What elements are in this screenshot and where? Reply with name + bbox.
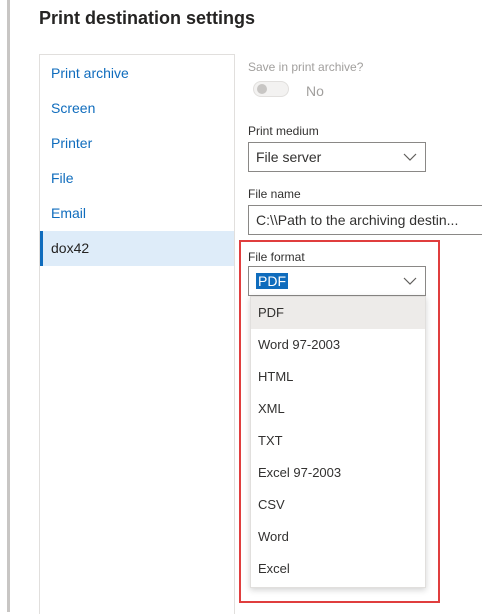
page-title: Print destination settings	[39, 8, 256, 28]
destination-item-screen[interactable]: Screen	[40, 91, 234, 126]
file-format-option-word[interactable]: Word	[251, 521, 425, 553]
file-format-option-pdf[interactable]: PDF	[251, 297, 425, 329]
file-format-option-excel[interactable]: Excel	[251, 553, 425, 585]
file-format-option-excel-97-2003[interactable]: Excel 97-2003	[251, 457, 425, 489]
destination-item-print-archive[interactable]: Print archive	[40, 56, 234, 91]
file-name-input[interactable]: C:\\Path to the archiving destin...	[248, 205, 482, 235]
save-in-archive-value: No	[306, 83, 324, 99]
file-format-select[interactable]: PDF	[248, 266, 426, 296]
chevron-down-icon	[403, 277, 417, 285]
file-format-option-csv[interactable]: CSV	[251, 489, 425, 521]
chevron-down-icon	[403, 153, 417, 161]
file-format-option-txt[interactable]: TXT	[251, 425, 425, 457]
save-in-archive-toggle[interactable]	[253, 81, 289, 97]
file-format-option-html[interactable]: HTML	[251, 361, 425, 393]
print-medium-select[interactable]: File server	[248, 142, 426, 172]
print-medium-label: Print medium	[248, 124, 319, 138]
file-format-option-word-97-2003[interactable]: Word 97-2003	[251, 329, 425, 361]
destination-list: Print archive Screen Printer File Email …	[39, 54, 235, 614]
destination-item-printer[interactable]: Printer	[40, 126, 234, 161]
destination-item-email[interactable]: Email	[40, 196, 234, 231]
file-format-dropdown-list: PDF Word 97-2003 HTML XML TXT Excel 97-2…	[250, 296, 426, 588]
print-medium-value: File server	[256, 149, 322, 165]
save-in-archive-label: Save in print archive?	[248, 60, 364, 74]
file-format-label: File format	[248, 250, 305, 264]
destination-item-file[interactable]: File	[40, 161, 234, 196]
file-format-value: PDF	[256, 273, 288, 289]
window-left-edge	[7, 0, 10, 612]
destination-item-dox42[interactable]: dox42	[40, 231, 234, 266]
toggle-knob	[257, 84, 267, 94]
file-name-label: File name	[248, 187, 301, 201]
file-format-option-xml[interactable]: XML	[251, 393, 425, 425]
